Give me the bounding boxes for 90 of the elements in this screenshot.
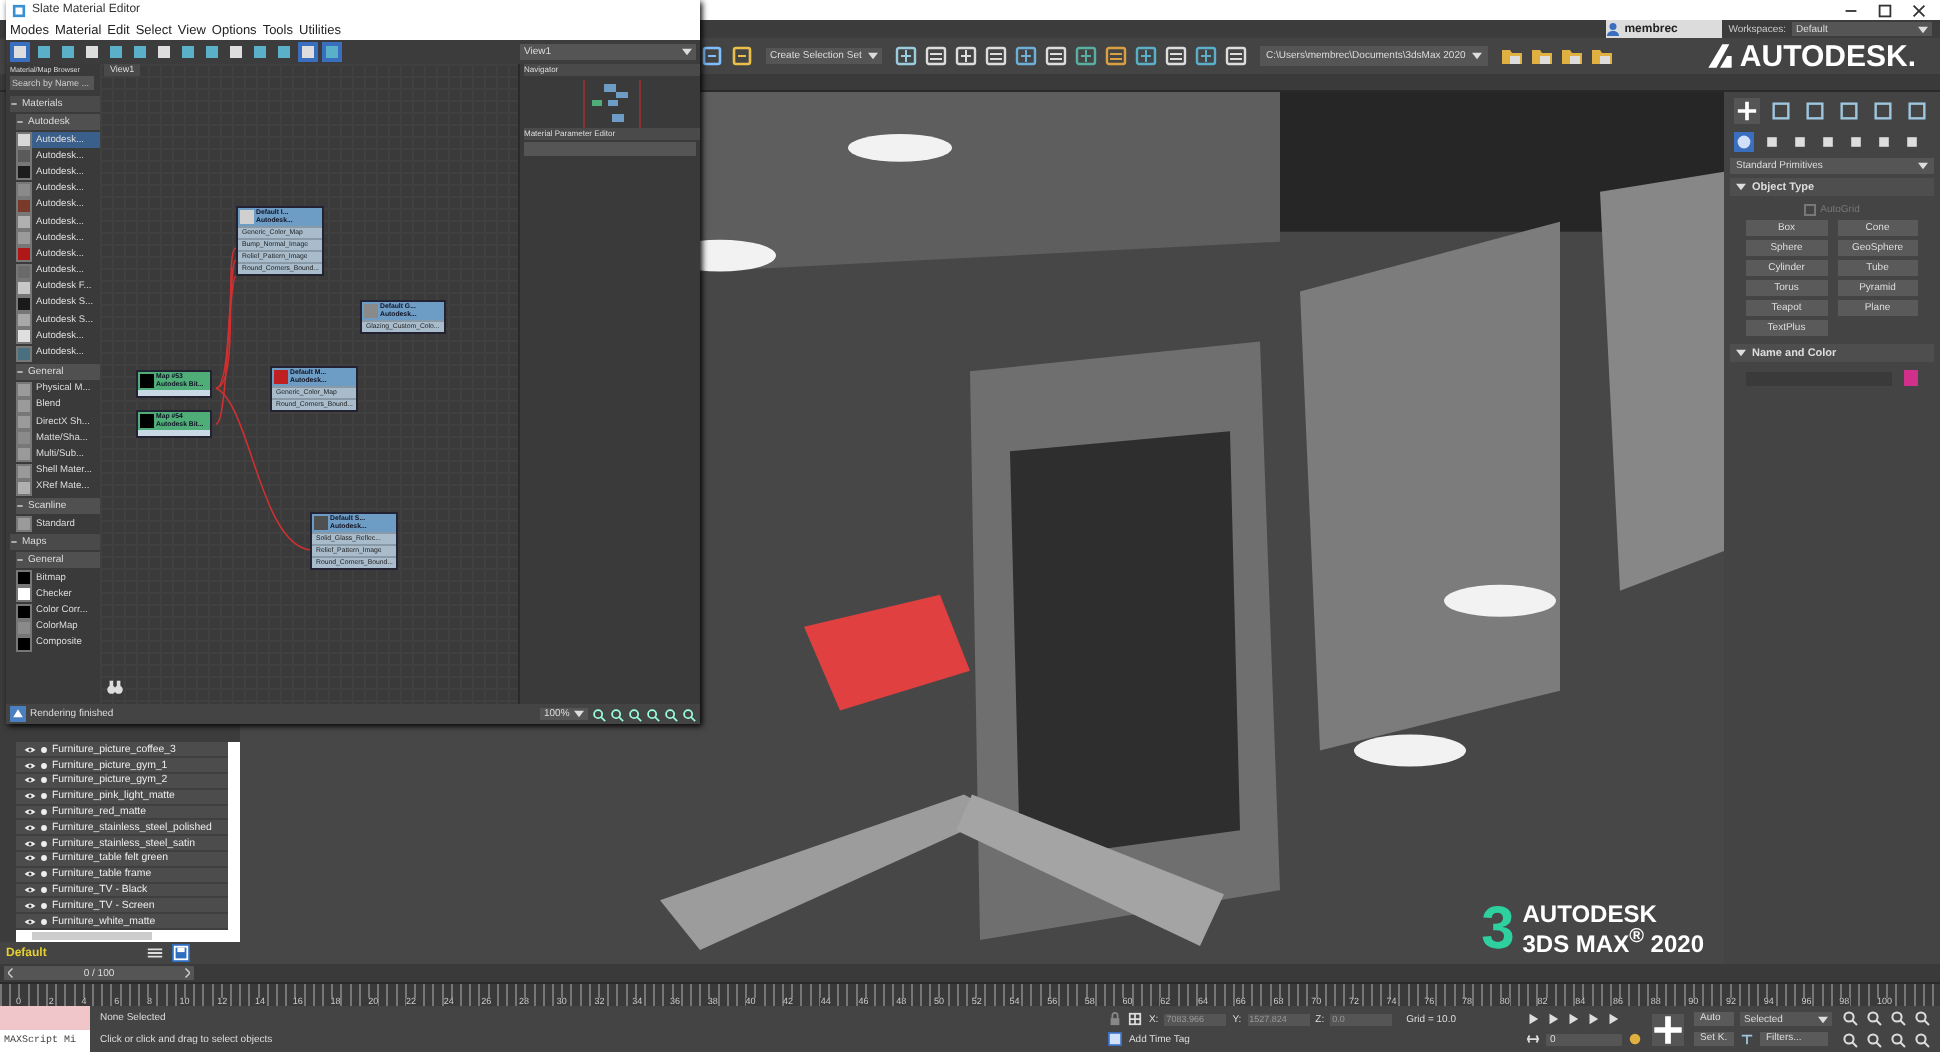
caret-down-icon: [1736, 182, 1746, 192]
align-icon[interactable]: [924, 44, 948, 68]
geometry-icon[interactable]: [1734, 132, 1754, 152]
object-color-swatch[interactable]: [1904, 370, 1918, 386]
folder-icon[interactable]: [1589, 44, 1614, 68]
select-icon[interactable]: [10, 42, 30, 62]
modify-icon[interactable]: [1768, 98, 1794, 124]
zoom-selected-icon[interactable]: [664, 707, 678, 721]
folder-icon[interactable]: [1559, 44, 1584, 68]
ribbon-icon[interactable]: [984, 44, 1008, 68]
folder-icon[interactable]: [1529, 44, 1554, 68]
zoom-extents-icon[interactable]: [1890, 1010, 1906, 1026]
caret-icon: [574, 710, 584, 718]
grid-icon[interactable]: [1224, 44, 1248, 68]
zoom-icon[interactable]: [1842, 1010, 1858, 1026]
set-key-icon[interactable]: [1652, 1013, 1684, 1045]
schematic-icon[interactable]: [1044, 44, 1068, 68]
minus-icon: [10, 100, 18, 108]
autodesk-logo: AUTODESK.: [1705, 39, 1916, 73]
motion-icon[interactable]: [1836, 98, 1862, 124]
dot-icon[interactable]: [40, 886, 48, 894]
minus-icon: [16, 118, 24, 126]
eye-icon[interactable]: [24, 917, 36, 926]
time-tag-icon[interactable]: [1108, 1032, 1123, 1046]
zoom-extents-icon[interactable]: [646, 707, 660, 721]
eye-icon[interactable]: [24, 839, 36, 848]
caret-icon: [682, 48, 692, 56]
dot-icon[interactable]: [40, 854, 48, 863]
key-mode-icon[interactable]: [1526, 1032, 1540, 1046]
close-icon[interactable]: [1910, 1, 1928, 19]
eye-icon[interactable]: [24, 808, 36, 817]
dot-icon[interactable]: [40, 776, 48, 785]
eye-icon[interactable]: [24, 854, 36, 863]
render-frame-icon[interactable]: [1134, 44, 1158, 68]
chevron-left-icon[interactable]: [8, 968, 14, 978]
zoom-all-icon[interactable]: [1866, 1010, 1882, 1026]
play-icon[interactable]: [1566, 1012, 1580, 1026]
render-status-icon: [10, 706, 26, 722]
selection-filter-icon[interactable]: [730, 44, 754, 68]
save-icon[interactable]: [172, 944, 190, 962]
folder-icon[interactable]: [1499, 44, 1524, 68]
caret-icon: [1918, 162, 1928, 170]
render-setup-icon[interactable]: [1104, 44, 1128, 68]
dot-icon[interactable]: [40, 917, 48, 926]
key-filter-icon[interactable]: [1740, 1032, 1754, 1046]
layers-icon[interactable]: [146, 944, 164, 962]
dot-icon[interactable]: [40, 870, 48, 879]
eye-icon[interactable]: [24, 792, 36, 801]
eye-icon[interactable]: [24, 761, 36, 770]
material-editor-icon[interactable]: [1074, 44, 1098, 68]
user-icon: [1606, 22, 1621, 36]
dot-icon[interactable]: [40, 745, 48, 754]
zoom-icon[interactable]: [610, 707, 624, 721]
caret-icon: [1918, 25, 1928, 33]
chevron-right-icon[interactable]: [183, 968, 190, 978]
zoom-all-icon[interactable]: [682, 707, 696, 721]
dot-icon[interactable]: [40, 808, 48, 817]
time-config-icon[interactable]: [1628, 1032, 1642, 1046]
caret-icon: [1471, 52, 1482, 60]
dot-icon[interactable]: [40, 761, 48, 770]
eye-icon[interactable]: [24, 901, 36, 910]
eye-icon[interactable]: [24, 823, 36, 832]
dot-icon[interactable]: [40, 901, 48, 910]
hierarchy-icon[interactable]: [1802, 98, 1828, 124]
dot-icon[interactable]: [40, 792, 48, 801]
layer-icon[interactable]: [954, 44, 978, 68]
caret-icon: [868, 52, 878, 60]
render-icon[interactable]: [1194, 44, 1218, 68]
help-icon[interactable]: [700, 44, 724, 68]
display-icon[interactable]: [1870, 98, 1896, 124]
create-icon[interactable]: [1734, 98, 1760, 124]
dot-icon[interactable]: [40, 839, 48, 848]
transform-mode-icon[interactable]: [1128, 1012, 1143, 1026]
zoom-region-icon[interactable]: [628, 707, 642, 721]
utilities-icon[interactable]: [1904, 98, 1930, 124]
lock-icon[interactable]: [1108, 1012, 1123, 1026]
caret-icon: [1818, 1015, 1828, 1023]
dot-icon[interactable]: [40, 823, 48, 832]
mirror-icon[interactable]: [894, 44, 918, 68]
eye-icon[interactable]: [24, 886, 36, 894]
grid-icon[interactable]: [298, 42, 318, 62]
node-canvas[interactable]: [100, 64, 518, 704]
binoculars-icon[interactable]: [106, 678, 124, 696]
caret-down-icon: [1736, 348, 1746, 358]
eye-icon[interactable]: [24, 776, 36, 785]
maximize-icon[interactable]: [1876, 1, 1894, 19]
eye-icon[interactable]: [24, 870, 36, 879]
zoom-extents-all-icon[interactable]: [1914, 1010, 1930, 1026]
eye-icon[interactable]: [24, 745, 36, 754]
curve-editor-icon[interactable]: [1014, 44, 1038, 68]
